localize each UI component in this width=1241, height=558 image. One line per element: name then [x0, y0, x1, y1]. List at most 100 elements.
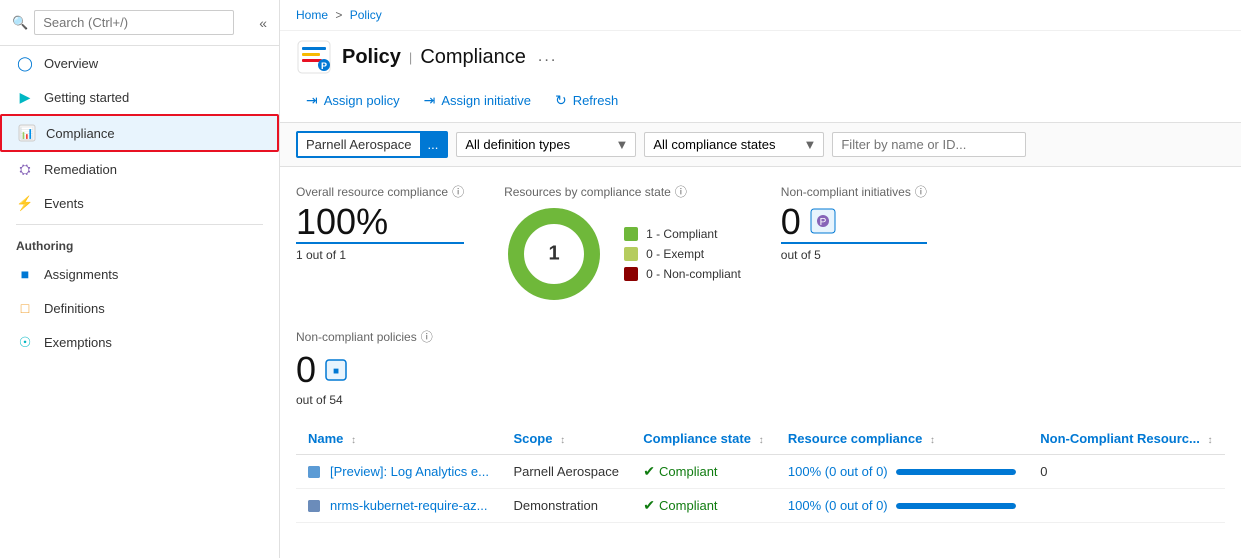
col-name[interactable]: Name ↕ — [296, 423, 501, 455]
page-subtitle: Compliance — [420, 46, 526, 69]
sidebar-label-exemptions: Exemptions — [44, 335, 112, 350]
assign-policy-icon: ⇥ — [306, 92, 318, 109]
sort-scope-icon: ↕ — [560, 435, 565, 446]
col-scope[interactable]: Scope ↕ — [501, 423, 631, 455]
sidebar-item-exemptions[interactable]: ☉ Exemptions — [0, 325, 279, 359]
row1-policy-icon — [308, 466, 320, 478]
donut-center-value: 1 — [549, 243, 560, 266]
row2-compliance-badge: ✔ Compliant — [643, 497, 764, 514]
row1-compliance-bar-fill — [896, 469, 1016, 475]
nc-policies-section: Non-compliant policies ⓘ 0 ■ out of 54 — [296, 328, 1225, 407]
row2-compliance-bar — [896, 503, 1016, 509]
main-content: Home > Policy P Policy | Compliance ... — [280, 0, 1241, 558]
nc-initiatives-sub: out of 5 — [781, 242, 927, 262]
authoring-section-label: Authoring — [0, 229, 279, 257]
row2-resource-pct: 100% (0 out of 0) — [788, 498, 888, 513]
refresh-icon: ↻ — [555, 92, 567, 109]
svg-text:P: P — [321, 61, 327, 71]
checkmark-icon-2: ✔ — [643, 497, 655, 514]
row2-compliance-label: Compliant — [659, 498, 718, 513]
collapse-button[interactable]: « — [259, 15, 267, 31]
col-non-compliant-resources[interactable]: Non-Compliant Resourc... ↕ — [1028, 423, 1225, 455]
overall-compliance-block: Overall resource compliance ⓘ 100% 1 out… — [296, 183, 464, 304]
row2-compliance-state: ✔ Compliant — [631, 489, 776, 523]
row1-resource-pct: 100% (0 out of 0) — [788, 464, 888, 479]
sidebar-item-remediation[interactable]: ⛭ Remediation — [0, 152, 279, 186]
stats-row: Overall resource compliance ⓘ 100% 1 out… — [296, 183, 1225, 304]
legend-color-compliant — [624, 227, 638, 241]
row2-scope: Demonstration — [501, 489, 631, 523]
row1-non-compliant: 0 — [1028, 455, 1225, 489]
table-row: nrms-kubernet-require-az... Demonstratio… — [296, 489, 1225, 523]
checkmark-icon: ✔ — [643, 463, 655, 480]
sidebar-item-getting-started[interactable]: ▶ Getting started — [0, 80, 279, 114]
table-row: [Preview]: Log Analytics e... Parnell Ae… — [296, 455, 1225, 489]
legend-item-exempt: 0 - Exempt — [624, 247, 741, 261]
nc-initiatives-info-icon[interactable]: ⓘ — [915, 183, 927, 200]
sidebar: 🔍 « ◯ Overview ▶ Getting started 📊 Compl… — [0, 0, 280, 558]
sidebar-item-events[interactable]: ⚡ Events — [0, 186, 279, 220]
filter-name-input[interactable] — [832, 132, 1026, 157]
overall-compliance-value: 100% — [296, 204, 464, 240]
policies-table-wrap: Name ↕ Scope ↕ Compliance state ↕ — [296, 423, 1225, 523]
row2-compliance-bar-fill — [896, 503, 1016, 509]
breadcrumb: Home > Policy — [280, 0, 1241, 31]
col-resource-compliance[interactable]: Resource compliance ↕ — [776, 423, 1028, 455]
breadcrumb-home[interactable]: Home — [296, 8, 328, 22]
definition-types-wrap: All definition types ▼ — [456, 132, 636, 157]
row1-bar-wrap: 100% (0 out of 0) — [788, 464, 1016, 479]
more-button[interactable]: ... — [538, 48, 557, 66]
compliance-icon: 📊 — [18, 124, 36, 142]
legend-item-non-compliant: 0 - Non-compliant — [624, 267, 741, 281]
breadcrumb-policy[interactable]: Policy — [350, 8, 382, 22]
definition-types-dropdown[interactable]: All definition types — [456, 132, 636, 157]
sidebar-item-compliance[interactable]: 📊 Compliance — [0, 114, 279, 152]
legend-label-compliant: 1 - Compliant — [646, 227, 717, 241]
nc-policies-number: 0 — [296, 349, 316, 391]
row2-name: nrms-kubernet-require-az... — [296, 489, 501, 523]
sidebar-label-events: Events — [44, 196, 84, 211]
row1-resource-compliance: 100% (0 out of 0) — [776, 455, 1028, 489]
chart-info-icon[interactable]: ⓘ — [675, 183, 687, 200]
donut-chart: 1 — [504, 204, 604, 304]
search-bar: 🔍 « — [0, 0, 279, 46]
policies-table: Name ↕ Scope ↕ Compliance state ↕ — [296, 423, 1225, 523]
nc-policies-info-icon[interactable]: ⓘ — [421, 328, 433, 345]
sidebar-label-overview: Overview — [44, 56, 98, 71]
sort-compliance-state-icon: ↕ — [759, 435, 764, 446]
legend-item-compliant: 1 - Compliant — [624, 227, 741, 241]
sidebar-item-assignments[interactable]: ■ Assignments — [0, 257, 279, 291]
svg-text:P: P — [819, 217, 826, 228]
legend-color-exempt — [624, 247, 638, 261]
table-header: Name ↕ Scope ↕ Compliance state ↕ — [296, 423, 1225, 455]
refresh-button[interactable]: ↻ Refresh — [545, 87, 628, 114]
row2-policy-icon — [308, 500, 320, 512]
scope-more-button[interactable]: ... — [420, 133, 447, 156]
col-compliance-state[interactable]: Compliance state ↕ — [631, 423, 776, 455]
assign-initiative-button[interactable]: ⇥ Assign initiative — [414, 87, 541, 114]
search-input[interactable] — [34, 10, 234, 35]
overview-icon: ◯ — [16, 54, 34, 72]
nc-policies-sub: out of 54 — [296, 393, 1225, 407]
definitions-icon: □ — [16, 299, 34, 317]
row1-compliance-badge: ✔ Compliant — [643, 463, 764, 480]
overall-compliance-title: Overall resource compliance ⓘ — [296, 183, 464, 200]
row1-name: [Preview]: Log Analytics e... — [296, 455, 501, 489]
row2-name-link[interactable]: nrms-kubernet-require-az... — [330, 498, 488, 513]
row1-name-link[interactable]: [Preview]: Log Analytics e... — [330, 464, 489, 479]
sidebar-item-overview[interactable]: ◯ Overview — [0, 46, 279, 80]
overall-info-icon[interactable]: ⓘ — [452, 183, 464, 200]
scope-filter-wrap: Parnell Aerospace ... — [296, 131, 448, 158]
nc-initiatives-title: Non-compliant initiatives ⓘ — [781, 183, 927, 200]
sidebar-item-definitions[interactable]: □ Definitions — [0, 291, 279, 325]
donut-section: 1 1 - Compliant 0 - Exempt — [504, 204, 741, 304]
scope-value: Parnell Aerospace — [298, 133, 420, 156]
row1-compliance-bar — [896, 469, 1016, 475]
compliance-states-dropdown[interactable]: All compliance states — [644, 132, 824, 157]
assign-policy-label: Assign policy — [324, 93, 400, 108]
assign-policy-button[interactable]: ⇥ Assign policy — [296, 87, 410, 114]
toolbar: ⇥ Assign policy ⇥ Assign initiative ↻ Re… — [280, 79, 1241, 123]
exemptions-icon: ☉ — [16, 333, 34, 351]
remediation-icon: ⛭ — [16, 160, 34, 178]
sidebar-label-getting-started: Getting started — [44, 90, 129, 105]
